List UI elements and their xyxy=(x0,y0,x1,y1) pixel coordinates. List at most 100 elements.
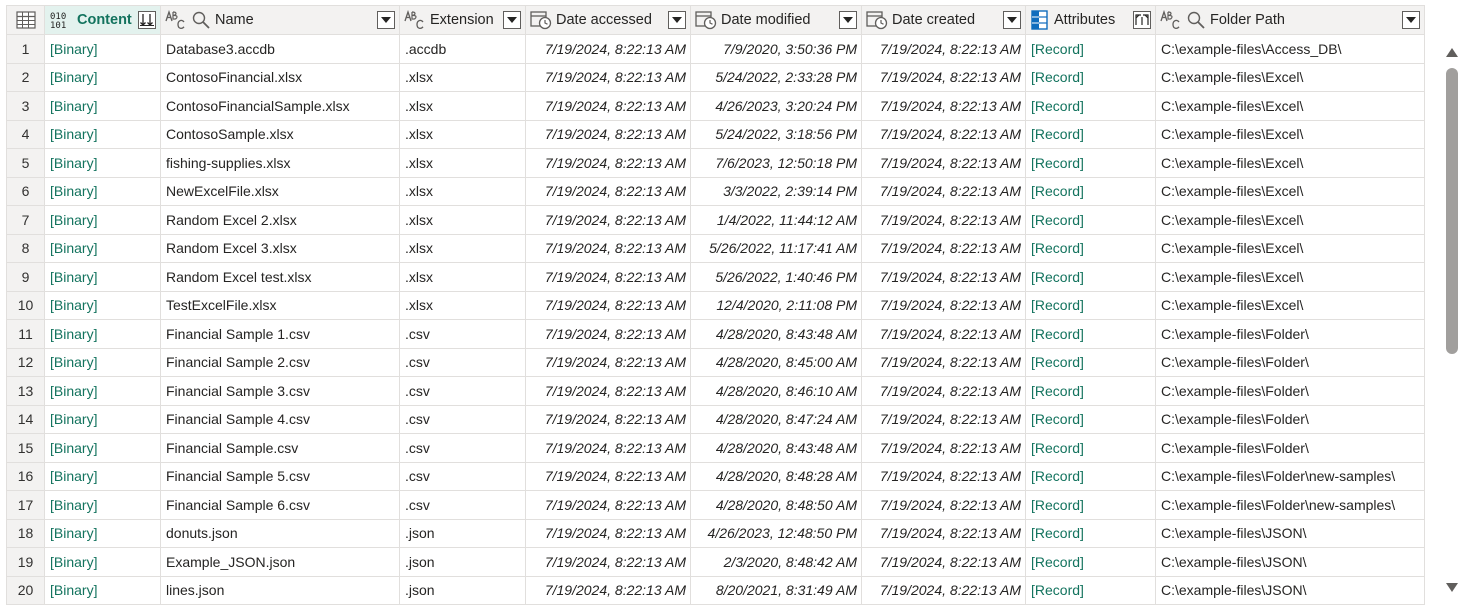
content-binary-link-container[interactable]: [Binary] xyxy=(44,148,161,178)
attributes-record-link-container[interactable]: [Record] xyxy=(1025,205,1156,235)
scroll-down-arrow-icon[interactable] xyxy=(1446,583,1458,592)
extension-cell-container[interactable]: .csv xyxy=(399,319,526,349)
name-cell-container[interactable]: Financial Sample 5.csv xyxy=(160,461,400,491)
table-row[interactable]: 8 [Binary] Random Excel 3.xlsx .xlsx 7/19/20… xyxy=(6,233,1425,263)
date-accessed-cell-container[interactable]: 7/19/2024, 8:22:13 AM xyxy=(525,148,691,178)
extension-cell-container[interactable]: .xlsx xyxy=(399,233,526,263)
date-modified-cell-container[interactable]: 3/3/2022, 2:39:14 PM xyxy=(690,176,862,206)
content-binary-link-container[interactable]: [Binary] xyxy=(44,205,161,235)
attributes-record-link[interactable]: [Record] xyxy=(1027,440,1155,456)
content-binary-link-container[interactable]: [Binary] xyxy=(44,490,161,520)
date-modified-cell-container[interactable]: 4/26/2023, 3:20:24 PM xyxy=(690,91,862,121)
table-row[interactable]: 3 [Binary] ContosoFinancialSample.xlsx .xls… xyxy=(6,91,1425,121)
attributes-record-link[interactable]: [Record] xyxy=(1027,497,1155,513)
content-binary-link-container[interactable]: [Binary] xyxy=(44,176,161,206)
attributes-record-link-container[interactable]: [Record] xyxy=(1025,490,1156,520)
content-binary-link[interactable]: [Binary] xyxy=(46,440,160,456)
table-row[interactable]: 18 [Binary] donuts.json .json 7/19/2024, 8:2… xyxy=(6,518,1425,548)
attributes-record-link[interactable]: [Record] xyxy=(1027,326,1155,342)
content-binary-link-container[interactable]: [Binary] xyxy=(44,233,161,263)
name-cell-container[interactable]: lines.json xyxy=(160,575,400,605)
attributes-record-link-container[interactable]: [Record] xyxy=(1025,518,1156,548)
extension-cell-container[interactable]: .xlsx xyxy=(399,176,526,206)
folder-path-cell-container[interactable]: C:\example-files\Folder\ xyxy=(1155,376,1425,406)
date-modified-cell-container[interactable]: 4/28/2020, 8:48:28 AM xyxy=(690,461,862,491)
attributes-record-link-container[interactable]: [Record] xyxy=(1025,319,1156,349)
table-row[interactable]: 7 [Binary] Random Excel 2.xlsx .xlsx 7/19/20… xyxy=(6,205,1425,235)
extension-cell-container[interactable]: .xlsx xyxy=(399,262,526,292)
content-binary-link-container[interactable]: [Binary] xyxy=(44,34,161,64)
extension-cell-container[interactable]: .xlsx xyxy=(399,91,526,121)
date-modified-cell-container[interactable]: 4/28/2020, 8:47:24 AM xyxy=(690,404,862,434)
column-header-folder-path[interactable]: Folder Path xyxy=(1155,5,1425,35)
name-cell-container[interactable]: Financial Sample 1.csv xyxy=(160,319,400,349)
date-created-cell-container[interactable]: 7/19/2024, 8:22:13 AM xyxy=(861,547,1026,577)
name-cell-container[interactable]: ContosoFinancial.xlsx xyxy=(160,62,400,92)
date-created-cell-container[interactable]: 7/19/2024, 8:22:13 AM xyxy=(861,404,1026,434)
attributes-record-link-container[interactable]: [Record] xyxy=(1025,290,1156,320)
attributes-record-link[interactable]: [Record] xyxy=(1027,126,1155,142)
date-modified-cell-container[interactable]: 8/20/2021, 8:31:49 AM xyxy=(690,575,862,605)
content-binary-link[interactable]: [Binary] xyxy=(46,554,160,570)
date-created-cell-container[interactable]: 7/19/2024, 8:22:13 AM xyxy=(861,119,1026,149)
content-binary-link[interactable]: [Binary] xyxy=(46,354,160,370)
date-modified-cell-container[interactable]: 1/4/2022, 11:44:12 AM xyxy=(690,205,862,235)
date-created-cell-container[interactable]: 7/19/2024, 8:22:13 AM xyxy=(861,518,1026,548)
attributes-record-link[interactable]: [Record] xyxy=(1027,240,1155,256)
date-created-cell-container[interactable]: 7/19/2024, 8:22:13 AM xyxy=(861,176,1026,206)
date-accessed-cell-container[interactable]: 7/19/2024, 8:22:13 AM xyxy=(525,262,691,292)
folder-path-cell-container[interactable]: C:\example-files\Folder\new-samples\ xyxy=(1155,461,1425,491)
name-cell-container[interactable]: TestExcelFile.xlsx xyxy=(160,290,400,320)
date-created-cell-container[interactable]: 7/19/2024, 8:22:13 AM xyxy=(861,34,1026,64)
date-accessed-cell-container[interactable]: 7/19/2024, 8:22:13 AM xyxy=(525,518,691,548)
attributes-record-link-container[interactable]: [Record] xyxy=(1025,62,1156,92)
expand-column-icon[interactable] xyxy=(1133,11,1151,29)
folder-path-cell-container[interactable]: C:\example-files\Folder\ xyxy=(1155,404,1425,434)
content-binary-link[interactable]: [Binary] xyxy=(46,212,160,228)
extension-cell-container[interactable]: .csv xyxy=(399,490,526,520)
content-binary-link-container[interactable]: [Binary] xyxy=(44,290,161,320)
date-accessed-cell-container[interactable]: 7/19/2024, 8:22:13 AM xyxy=(525,575,691,605)
name-cell-container[interactable]: ContosoFinancialSample.xlsx xyxy=(160,91,400,121)
extension-cell-container[interactable]: .csv xyxy=(399,376,526,406)
name-cell-container[interactable]: donuts.json xyxy=(160,518,400,548)
content-binary-link[interactable]: [Binary] xyxy=(46,240,160,256)
content-binary-link-container[interactable]: [Binary] xyxy=(44,262,161,292)
date-created-cell-container[interactable]: 7/19/2024, 8:22:13 AM xyxy=(861,290,1026,320)
attributes-record-link[interactable]: [Record] xyxy=(1027,554,1155,570)
folder-path-cell-container[interactable]: C:\example-files\Access_DB\ xyxy=(1155,34,1425,64)
attributes-record-link-container[interactable]: [Record] xyxy=(1025,262,1156,292)
date-created-cell-container[interactable]: 7/19/2024, 8:22:13 AM xyxy=(861,347,1026,377)
date-accessed-cell-container[interactable]: 7/19/2024, 8:22:13 AM xyxy=(525,290,691,320)
date-accessed-cell-container[interactable]: 7/19/2024, 8:22:13 AM xyxy=(525,547,691,577)
select-all-corner[interactable] xyxy=(6,5,45,35)
attributes-record-link-container[interactable]: [Record] xyxy=(1025,404,1156,434)
filter-dropdown-icon[interactable] xyxy=(839,11,857,29)
attributes-record-link-container[interactable]: [Record] xyxy=(1025,433,1156,463)
content-binary-link[interactable]: [Binary] xyxy=(46,525,160,541)
name-cell-container[interactable]: ContosoSample.xlsx xyxy=(160,119,400,149)
content-binary-link[interactable]: [Binary] xyxy=(46,297,160,313)
filter-dropdown-icon[interactable] xyxy=(1003,11,1021,29)
name-cell-container[interactable]: Financial Sample 3.csv xyxy=(160,376,400,406)
date-accessed-cell-container[interactable]: 7/19/2024, 8:22:13 AM xyxy=(525,319,691,349)
extension-cell-container[interactable]: .json xyxy=(399,575,526,605)
date-created-cell-container[interactable]: 7/19/2024, 8:22:13 AM xyxy=(861,376,1026,406)
attributes-record-link[interactable]: [Record] xyxy=(1027,269,1155,285)
table-row[interactable]: 10 [Binary] TestExcelFile.xlsx .xlsx 7/19/20… xyxy=(6,290,1425,320)
attributes-record-link[interactable]: [Record] xyxy=(1027,411,1155,427)
content-binary-link[interactable]: [Binary] xyxy=(46,41,160,57)
date-modified-cell-container[interactable]: 12/4/2020, 2:11:08 PM xyxy=(690,290,862,320)
content-binary-link-container[interactable]: [Binary] xyxy=(44,319,161,349)
date-created-cell-container[interactable]: 7/19/2024, 8:22:13 AM xyxy=(861,62,1026,92)
attributes-record-link[interactable]: [Record] xyxy=(1027,297,1155,313)
content-binary-link-container[interactable]: [Binary] xyxy=(44,376,161,406)
table-row[interactable]: 19 [Binary] Example_JSON.json .json 7/19/202… xyxy=(6,547,1425,577)
date-modified-cell-container[interactable]: 5/24/2022, 3:18:56 PM xyxy=(690,119,862,149)
date-modified-cell-container[interactable]: 4/28/2020, 8:48:50 AM xyxy=(690,490,862,520)
attributes-record-link-container[interactable]: [Record] xyxy=(1025,119,1156,149)
extension-cell-container[interactable]: .csv xyxy=(399,347,526,377)
attributes-record-link[interactable]: [Record] xyxy=(1027,582,1155,598)
content-binary-link-container[interactable]: [Binary] xyxy=(44,518,161,548)
date-accessed-cell-container[interactable]: 7/19/2024, 8:22:13 AM xyxy=(525,233,691,263)
